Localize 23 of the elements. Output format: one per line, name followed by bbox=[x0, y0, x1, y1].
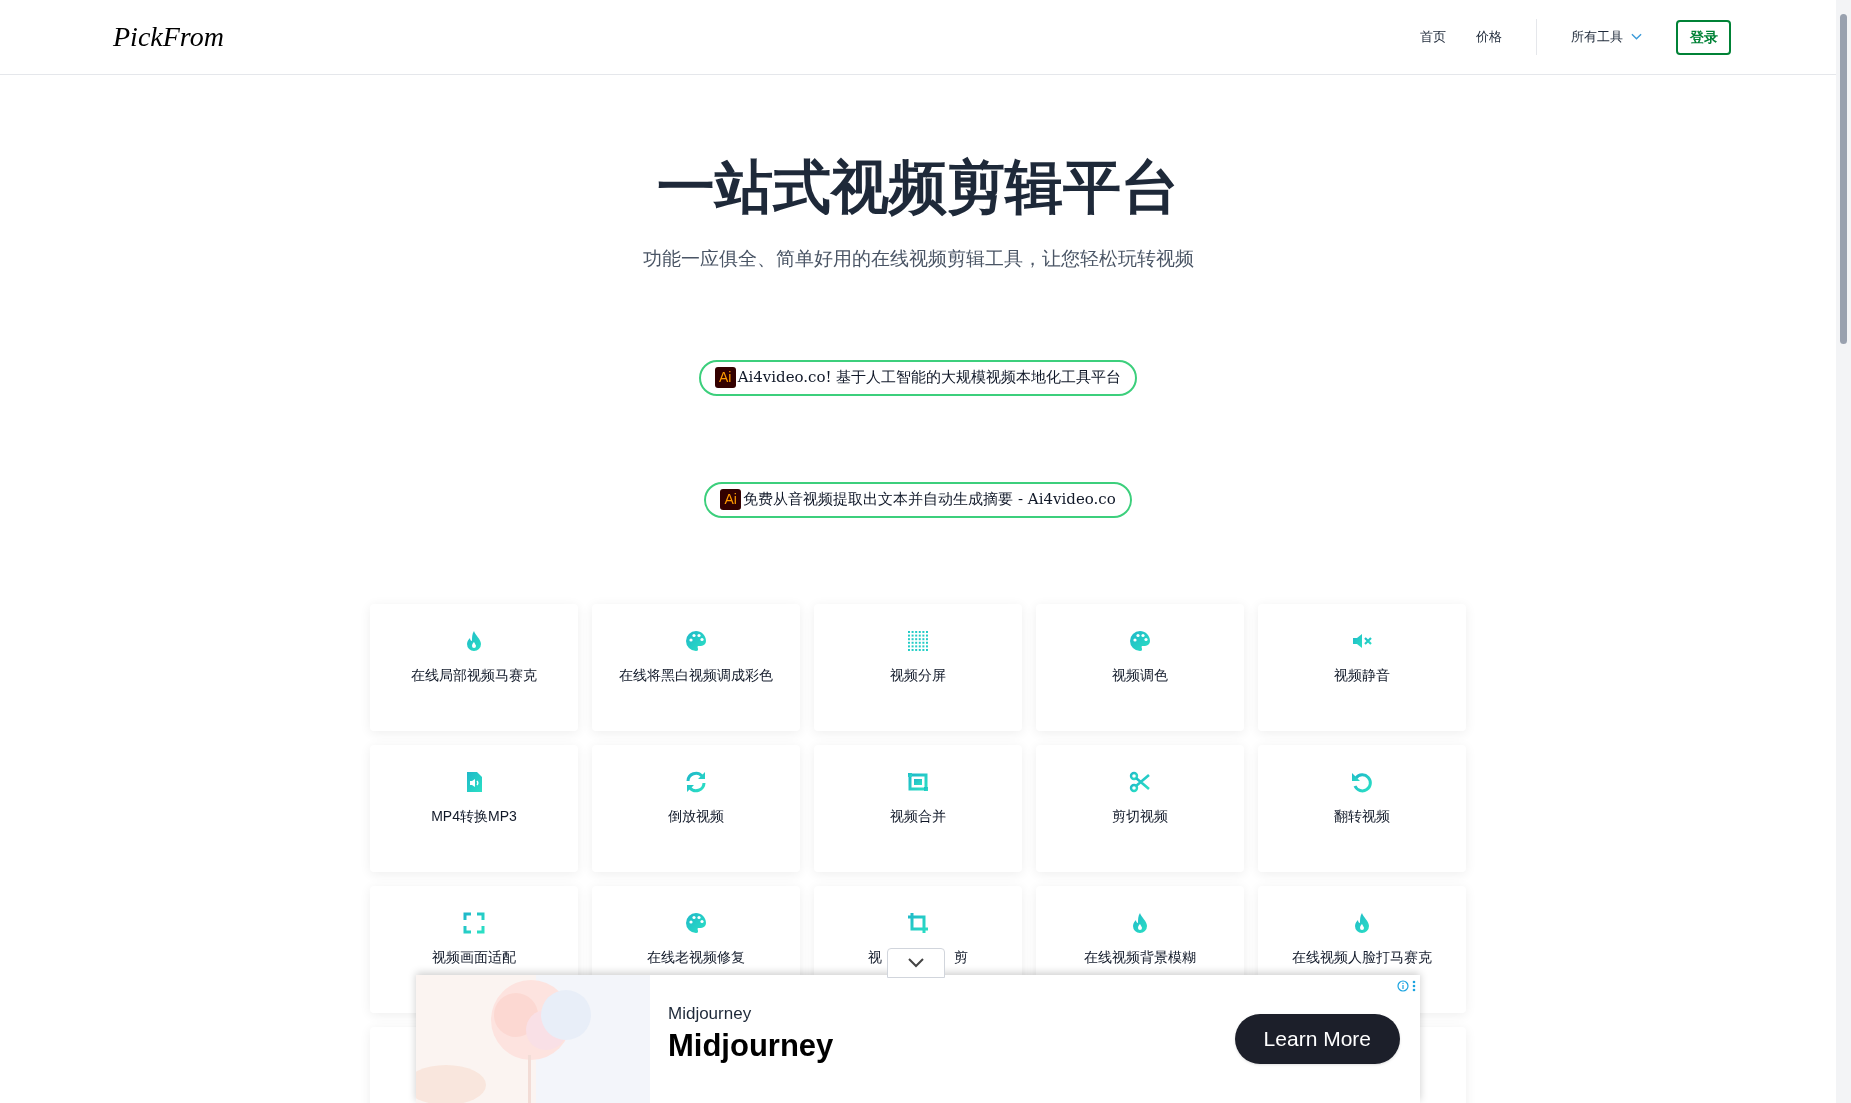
tool-label: 在线老视频修复 bbox=[647, 947, 745, 967]
tool-label: 视频调色 bbox=[1112, 665, 1168, 685]
ai-logo: Ai bbox=[714, 367, 736, 388]
tool-label: 在线将黑白视频调成彩色 bbox=[619, 665, 773, 685]
tool-label: 视频分屏 bbox=[890, 665, 946, 685]
tool-label: 在线视频背景模糊 bbox=[1084, 947, 1196, 967]
ad-headline: Midjourney bbox=[668, 1026, 834, 1065]
tool-label: 剪切视频 bbox=[1112, 806, 1168, 826]
tool-label: 剪 bbox=[954, 947, 968, 967]
tool-label: 倒放视频 bbox=[668, 806, 724, 826]
tool-label: 在线局部视频马赛克 bbox=[411, 665, 537, 685]
tool-label: MP4转换MP3 bbox=[431, 806, 517, 826]
tool-label: 视频静音 bbox=[1334, 665, 1390, 685]
page-title: 一站式视频剪辑平台 bbox=[657, 159, 1179, 217]
tool-label: 视 bbox=[868, 947, 882, 967]
tool-label: 翻转视频 bbox=[1334, 806, 1390, 826]
tool-label: 在线视频人脸打马赛克 bbox=[1292, 947, 1432, 967]
promo-text: Ai4video.co! 基于人工智能的大规模视频本地化工具平台 bbox=[737, 367, 1122, 389]
promo-text: 免费从音视频提取出文本并自动生成摘要 - Ai4video.co bbox=[743, 489, 1116, 511]
ai-logo: Ai bbox=[720, 489, 742, 510]
tool-label: 视频画面适配 bbox=[432, 947, 516, 967]
tool-label: 视频合并 bbox=[890, 806, 946, 826]
page-subtitle: 功能一应俱全、简单好用的在线视频剪辑工具，让您轻松玩转视频 bbox=[642, 247, 1194, 271]
